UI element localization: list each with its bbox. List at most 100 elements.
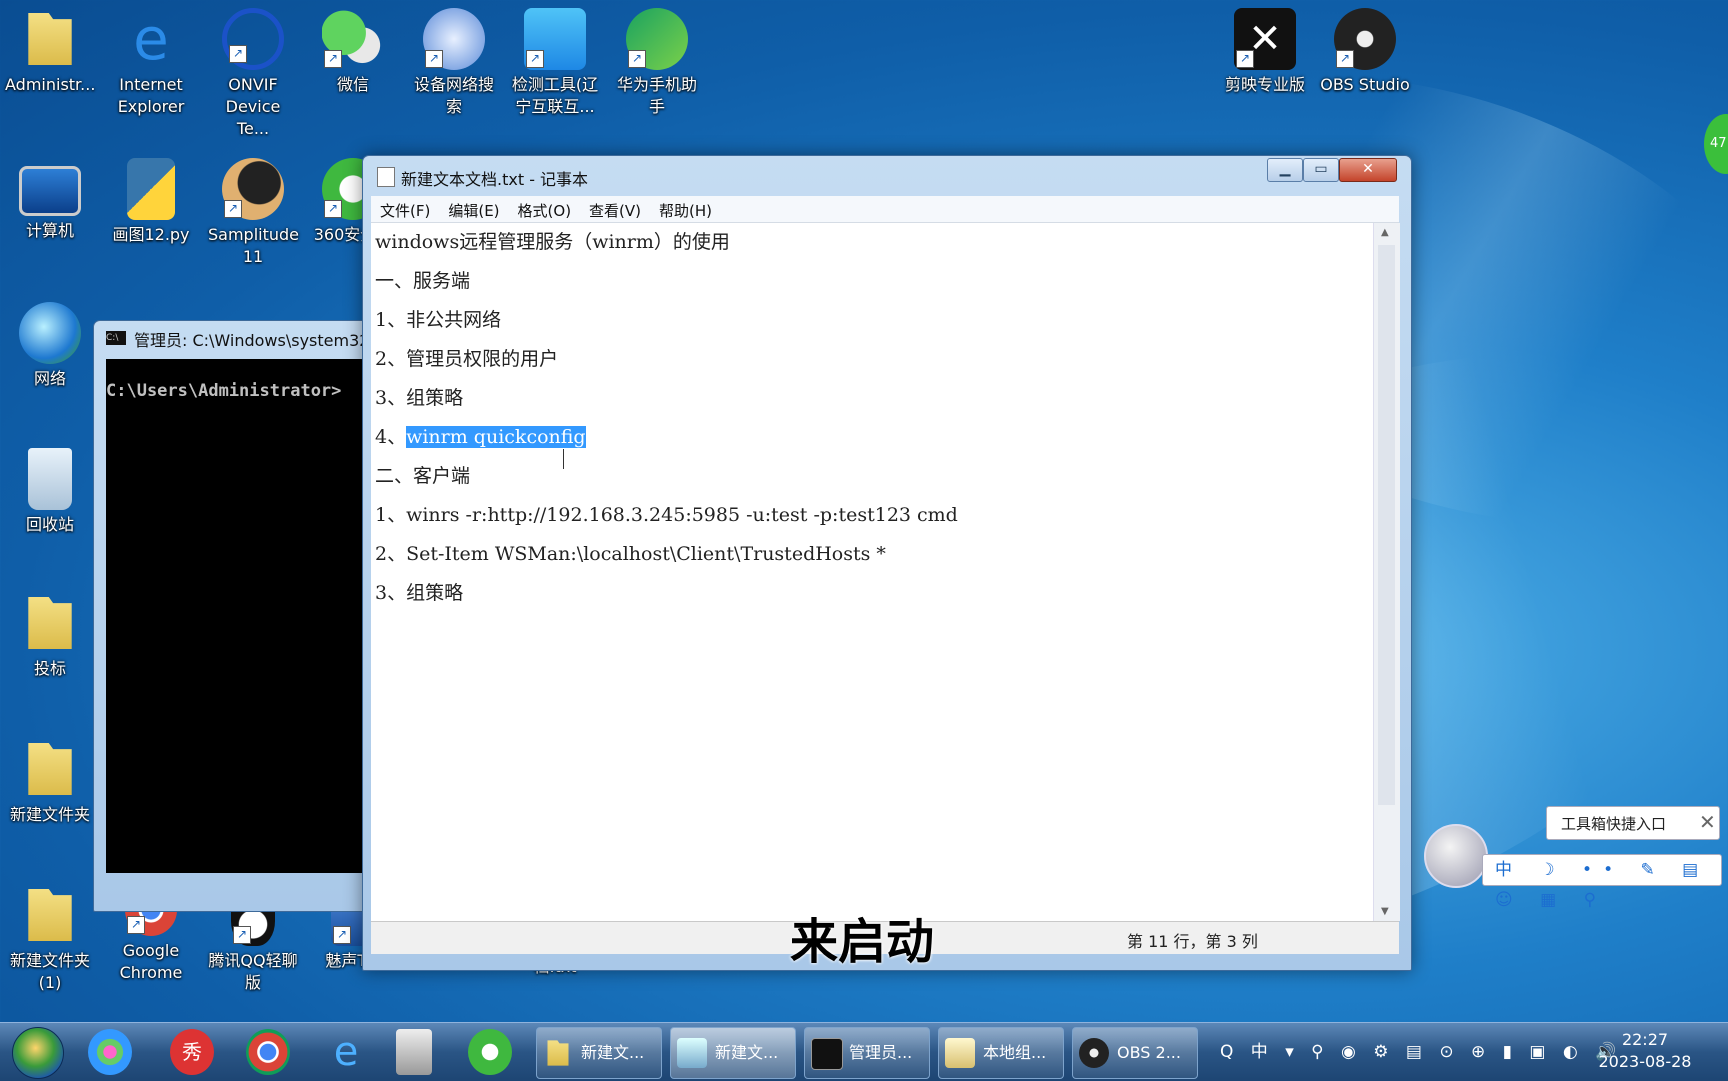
desktop-icon-python-file[interactable]: 画图12.py	[106, 158, 196, 246]
desktop-icon-bidding-folder[interactable]: 投标	[5, 592, 95, 680]
wechat-icon: ↗	[322, 8, 384, 70]
menu-format[interactable]: 格式(O)	[509, 196, 581, 225]
pinned-chrome-icon[interactable]	[246, 1029, 290, 1075]
text-line: 1、非公共网络	[375, 309, 502, 331]
folder-icon	[28, 742, 72, 796]
desktop-icon-capcut[interactable]: ✕ ↗ 剪映专业版	[1220, 8, 1310, 96]
recycle-bin-icon	[28, 448, 72, 510]
onvif-icon: ↗	[222, 8, 284, 70]
ime-avatar-icon[interactable]	[1424, 824, 1488, 888]
obs-icon: ↗	[1334, 8, 1396, 70]
menu-file[interactable]: 文件(F)	[371, 196, 439, 225]
close-icon[interactable]: ✕	[1699, 810, 1716, 834]
pinned-360-icon[interactable]	[468, 1029, 512, 1075]
notepad-icon	[677, 1038, 707, 1068]
desktop-icon-label: OBS Studio	[1320, 75, 1410, 94]
cmd-window[interactable]: C:\ 管理员: C:\Windows\system32\cmd.exe C:\…	[93, 320, 367, 912]
python-file-icon	[127, 158, 175, 220]
cmd-title: 管理员: C:\Windows\system32\cmd.exe	[134, 331, 364, 350]
floating-badge[interactable]: 47	[1704, 114, 1728, 174]
maximize-button[interactable]: ▭	[1303, 158, 1339, 182]
document-icon	[945, 1038, 975, 1068]
huawei-assistant-icon: ↗	[626, 8, 688, 70]
desktop-icon-computer[interactable]: 计算机	[5, 158, 95, 242]
scroll-thumb[interactable]	[1378, 245, 1395, 805]
desktop-icon-onvif[interactable]: ↗ ONVIF Device Te...	[208, 8, 298, 140]
menu-bar: 文件(F) 编辑(E) 格式(O) 查看(V) 帮助(H)	[371, 196, 1399, 223]
desktop-icon-wechat[interactable]: ↗ 微信	[308, 8, 398, 96]
desktop-icon-label: 检测工具(辽宁互联互...	[511, 75, 599, 116]
pinned-calculator-icon[interactable]	[396, 1029, 432, 1075]
desktop-icon-huawei-assistant[interactable]: ↗ 华为手机助手	[612, 8, 702, 118]
desktop-icon-label: 华为手机助手	[616, 75, 697, 116]
selected-text: winrm quickconfig	[406, 426, 586, 448]
desktop-icon-internet-explorer[interactable]: e Internet Explorer	[106, 8, 196, 118]
ime-toolbar[interactable]: 中 ☽ •• ✎ ▤ ☺ ▦ ⚲	[1482, 854, 1722, 910]
desktop-icon-label: 回收站	[25, 515, 74, 534]
desktop-icon-recycle-bin[interactable]: 回收站	[5, 448, 95, 536]
desktop-icon-samplitude[interactable]: ↗ Samplitude 11	[208, 158, 299, 268]
taskbar-button-notepad[interactable]: 新建文...	[670, 1027, 796, 1079]
text-editor[interactable]: windows远程管理服务（winrm）的使用 一、服务端 1、非公共网络 2、…	[371, 223, 1373, 921]
menu-help[interactable]: 帮助(H)	[650, 196, 721, 225]
desktop-icon-label: 设备网络搜索	[413, 75, 494, 116]
cmd-console[interactable]: C:\Users\Administrator>	[106, 359, 366, 873]
tray-icons[interactable]: ▾ ⚲ ◉ ⚙ ▤ ⊙ ⊕ ▮ ▣ ◐ 🔊	[1285, 1042, 1622, 1062]
desktop-icon-detect-tool[interactable]: ↗ 检测工具(辽宁互联互...	[510, 8, 600, 118]
desktop-icon-label: 新建文件夹 (1)	[9, 951, 90, 992]
text-line: 一、服务端	[375, 270, 471, 292]
notepad-window[interactable]: 新建文本文档.txt - 记事本 ▁ ▭ ✕ 文件(F) 编辑(E) 格式(O) 查看…	[362, 155, 1412, 971]
taskbar-button-group-policy[interactable]: 本地组...	[938, 1027, 1064, 1079]
desktop-icon-obs[interactable]: ↗ OBS Studio	[1320, 8, 1410, 96]
text-line: 3、组策略	[375, 387, 464, 409]
desktop-icon-label: 计算机	[25, 221, 74, 240]
desktop-icon-label: 腾讯QQ轻聊版	[208, 951, 298, 992]
text-line: 4、winrm quickconfig	[375, 422, 586, 449]
clock-time: 22:27	[1621, 1030, 1669, 1049]
text-cursor	[563, 449, 564, 469]
scroll-up-icon[interactable]: ▲	[1381, 227, 1389, 238]
scroll-down-icon[interactable]: ▼	[1381, 906, 1389, 917]
desktop-icon-label: 剪映专业版	[1224, 75, 1305, 94]
search-icon[interactable]: Q	[1220, 1042, 1239, 1062]
taskbar-button-obs[interactable]: OBS 2...	[1072, 1027, 1198, 1079]
close-button[interactable]: ✕	[1339, 158, 1397, 182]
menu-edit[interactable]: 编辑(E)	[439, 196, 508, 225]
folder-icon	[547, 1040, 569, 1066]
computer-icon	[19, 166, 81, 216]
taskbar-button-folder[interactable]: 新建文...	[536, 1027, 662, 1079]
taskbar-button-cmd[interactable]: 管理员...	[804, 1027, 930, 1079]
network-search-icon: ↗	[423, 8, 485, 70]
ime-language-indicator[interactable]: 中	[1251, 1042, 1274, 1062]
desktop-icon-network[interactable]: 网络	[5, 302, 95, 390]
desktop-icon-device-search[interactable]: ↗ 设备网络搜索	[409, 8, 499, 118]
start-button[interactable]	[12, 1027, 64, 1079]
text-line: 3、组策略	[375, 582, 464, 604]
window-title: 新建文本文档.txt - 记事本	[401, 170, 589, 189]
desktop-icon-new-folder[interactable]: 新建文件夹	[5, 738, 95, 826]
internet-explorer-icon: e	[133, 5, 169, 73]
clock-date: 2023-08-28	[1598, 1052, 1692, 1071]
pinned-app-icon[interactable]	[88, 1029, 132, 1075]
desktop-icon-label: 画图12.py	[112, 225, 190, 244]
pinned-ie-icon[interactable]: e	[320, 1029, 372, 1075]
text-line: 2、管理员权限的用户	[375, 348, 559, 370]
folder-icon	[28, 888, 72, 942]
vertical-scrollbar[interactable]: ▲ ▼	[1373, 223, 1400, 921]
text-line: windows远程管理服务（winrm）的使用	[375, 231, 730, 253]
ime-tooltip-text: 工具箱快捷入口	[1561, 815, 1667, 833]
system-tray: Q 中 ▾ ⚲ ◉ ⚙ ▤ ⊙ ⊕ ▮ ▣ ◐ 🔊	[1220, 1037, 1622, 1062]
desktop-icon-administrator[interactable]: Administr...	[5, 8, 95, 96]
desktop-icon-label: 新建文件夹	[9, 805, 90, 824]
cursor-position: 第 11 行，第 3 列	[1127, 932, 1258, 951]
desktop-icon-label: 投标	[33, 659, 66, 678]
desktop-icon-label: Google Chrome	[119, 941, 183, 982]
minimize-button[interactable]: ▁	[1267, 158, 1303, 182]
desktop-icon-new-folder-1[interactable]: 新建文件夹 (1)	[5, 884, 95, 994]
text-line: 2、Set-Item WSMan:\localhost\Client\Trust…	[375, 543, 886, 565]
line-prefix: 4、	[375, 426, 407, 448]
pinned-xiu-icon[interactable]: 秀	[170, 1029, 214, 1075]
cmd-prompt: C:\Users\Administrator>	[106, 381, 342, 401]
menu-view[interactable]: 查看(V)	[580, 196, 650, 225]
clock[interactable]: 22:27 2023-08-28	[1592, 1029, 1698, 1073]
